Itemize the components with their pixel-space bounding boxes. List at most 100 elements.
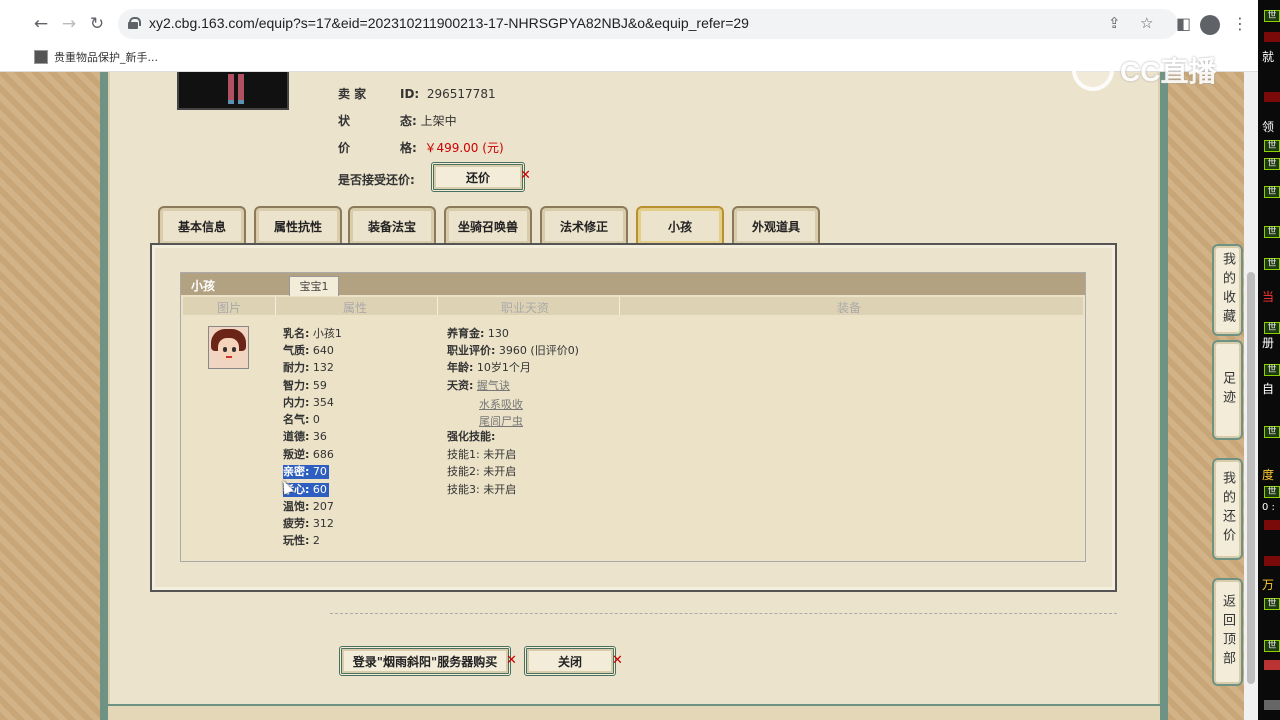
overlay-badge [1264,92,1280,102]
seller-id-row: 卖 家 ID: 296517781 [338,85,496,102]
overlay-text: 就 [1262,50,1275,64]
attr-row: 疲劳: 312 [283,517,334,530]
tab-spells[interactable]: 法术修正 [540,206,628,244]
menu-dots-icon[interactable]: ⋮ [1232,14,1248,33]
career-row: 天资: 握气诀 [447,379,510,392]
price-sub: 格: [400,141,417,155]
overlay-tag: 世 [1264,486,1280,498]
career-row: 职业评价: 3960 (旧评价0) [447,344,579,357]
overlay-tag: 世 [1264,186,1280,198]
dashed-divider [330,613,1117,614]
close-x-icon: ✕ [520,168,531,183]
my-bargains-tab[interactable]: 我的还价 [1212,458,1243,560]
overlay-text: 领 [1262,120,1275,134]
bargain-button[interactable]: 还价 [431,162,525,192]
bookmark-star-icon[interactable]: ☆ [1140,14,1153,32]
talent-link[interactable]: 尾闾尸虫 [479,413,523,429]
forward-arrow-icon[interactable]: → [58,13,80,35]
close-x-icon: ✕ [612,653,623,668]
attr-row: 耐力: 132 [283,361,334,374]
share-icon[interactable]: ⇪ [1108,14,1121,32]
col-equipment: 装备 [837,301,862,315]
talent-link[interactable]: 水系吸收 [479,396,523,412]
footprints-label: 足迹 [1220,371,1235,409]
col-attributes: 属性 [343,301,368,315]
attr-row: 乳名: 小孩1 [283,327,342,340]
url-text: xy2.cbg.163.com/equip?s=17&eid=202310211… [149,15,749,31]
attr-row-selected: 亲密: 70 [283,465,329,479]
seller-id-sub: ID: [400,87,420,101]
browser-chrome: ← → ↻ xy2.cbg.163.com/equip?s=17&eid=202… [0,0,1258,72]
tab-appearance[interactable]: 外观道具 [732,206,820,244]
skill-row: 技能2: 未开启 [447,465,517,478]
close-button[interactable]: 关闭 [524,646,616,676]
skill-row: 技能3: 未开启 [447,483,517,496]
overlay-tag: 世 [1264,140,1280,152]
child-title: 小孩 [191,279,216,293]
cc-logo-icon [1072,49,1114,91]
scroll-thumb[interactable] [1247,272,1255,684]
bookmark-item[interactable]: 贵重物品保护_新手... [34,49,158,65]
tab-equipment[interactable]: 装备法宝 [348,206,436,244]
price-value: ￥499.00 (元) [424,141,504,155]
overlay-tag: 世 [1264,258,1280,270]
overlay-badge [1264,520,1280,530]
portrait-eye [223,347,227,352]
baby-tab[interactable]: 宝宝1 [289,276,339,296]
overlay-tag: 世 [1264,10,1280,22]
seller-id-key: 卖 家 [338,87,367,101]
side-panel-icon[interactable]: ◧ [1176,14,1191,33]
attr-row: 智力: 59 [283,379,327,392]
overlay-tag: 世 [1264,364,1280,376]
overlay-tag: 世 [1264,226,1280,238]
back-to-top-label: 返回顶部 [1220,594,1235,670]
footprints-tab[interactable]: 足迹 [1212,340,1243,440]
reload-icon[interactable]: ↻ [86,13,108,35]
overlay-tag: 世 [1264,640,1280,652]
address-bar[interactable]: xy2.cbg.163.com/equip?s=17&eid=202310211… [118,9,1178,39]
career-row: 养育金: 130 [447,327,509,340]
character-avatar [177,72,289,110]
attr-row: 名气: 0 [283,413,320,426]
favicon-icon [34,50,48,64]
col-separator [275,297,276,315]
tab-basic-info[interactable]: 基本信息 [158,206,246,244]
attr-row: 内力: 354 [283,396,334,409]
col-career: 职业天资 [501,301,550,315]
tab-child[interactable]: 小孩 [636,206,724,244]
price-row: 价 格: ￥499.00 (元) [338,139,504,156]
page-scrollbar[interactable] [1244,72,1258,720]
skills-label: 强化技能: [447,430,496,443]
tab-mounts[interactable]: 坐骑召唤兽 [444,206,532,244]
login-buy-button[interactable]: 登录"烟雨斜阳"服务器购买 [339,646,511,676]
status-value: 上架中 [420,114,457,128]
overlay-text: 自 [1262,382,1275,396]
status-sub: 态: [400,114,417,128]
tab-attributes[interactable]: 属性抗性 [254,206,342,244]
close-x-icon: ✕ [506,653,517,668]
back-arrow-icon[interactable]: ← [30,13,52,35]
back-to-top-tab[interactable]: 返回顶部 [1212,578,1243,686]
price-key: 价 [338,141,351,155]
overlay-tag: 世 [1264,158,1280,170]
attr-row: 叛逆: 686 [283,448,334,461]
profile-icon[interactable] [1200,15,1220,35]
overlay-text: 册 [1262,336,1275,350]
attr-row: 气质: 640 [283,344,334,357]
my-favorites-label: 我的收藏 [1220,252,1235,328]
cc-logo-text: CC直播 [1120,56,1217,87]
col-separator [619,297,620,315]
overlay-tag: 世 [1264,322,1280,334]
col-separator [437,297,438,315]
overlay-badge [1264,556,1280,566]
seller-id-value: 296517781 [426,87,496,101]
attr-row: 玩性: 2 [283,534,320,547]
skill-row: 技能1: 未开启 [447,448,517,461]
my-favorites-tab[interactable]: 我的收藏 [1212,244,1243,336]
page-viewport: 卖 家 ID: 296517781 状 态: 上架中 价 格: ￥499.00 (元)… [0,72,1258,720]
attr-row: 道德: 36 [283,430,327,443]
bargain-label: 是否接受还价: [338,173,415,187]
status-row: 状 态: 上架中 [338,112,457,129]
bookmark-bar: 贵重物品保护_新手... [0,45,1258,70]
bottom-bar [108,704,1160,720]
